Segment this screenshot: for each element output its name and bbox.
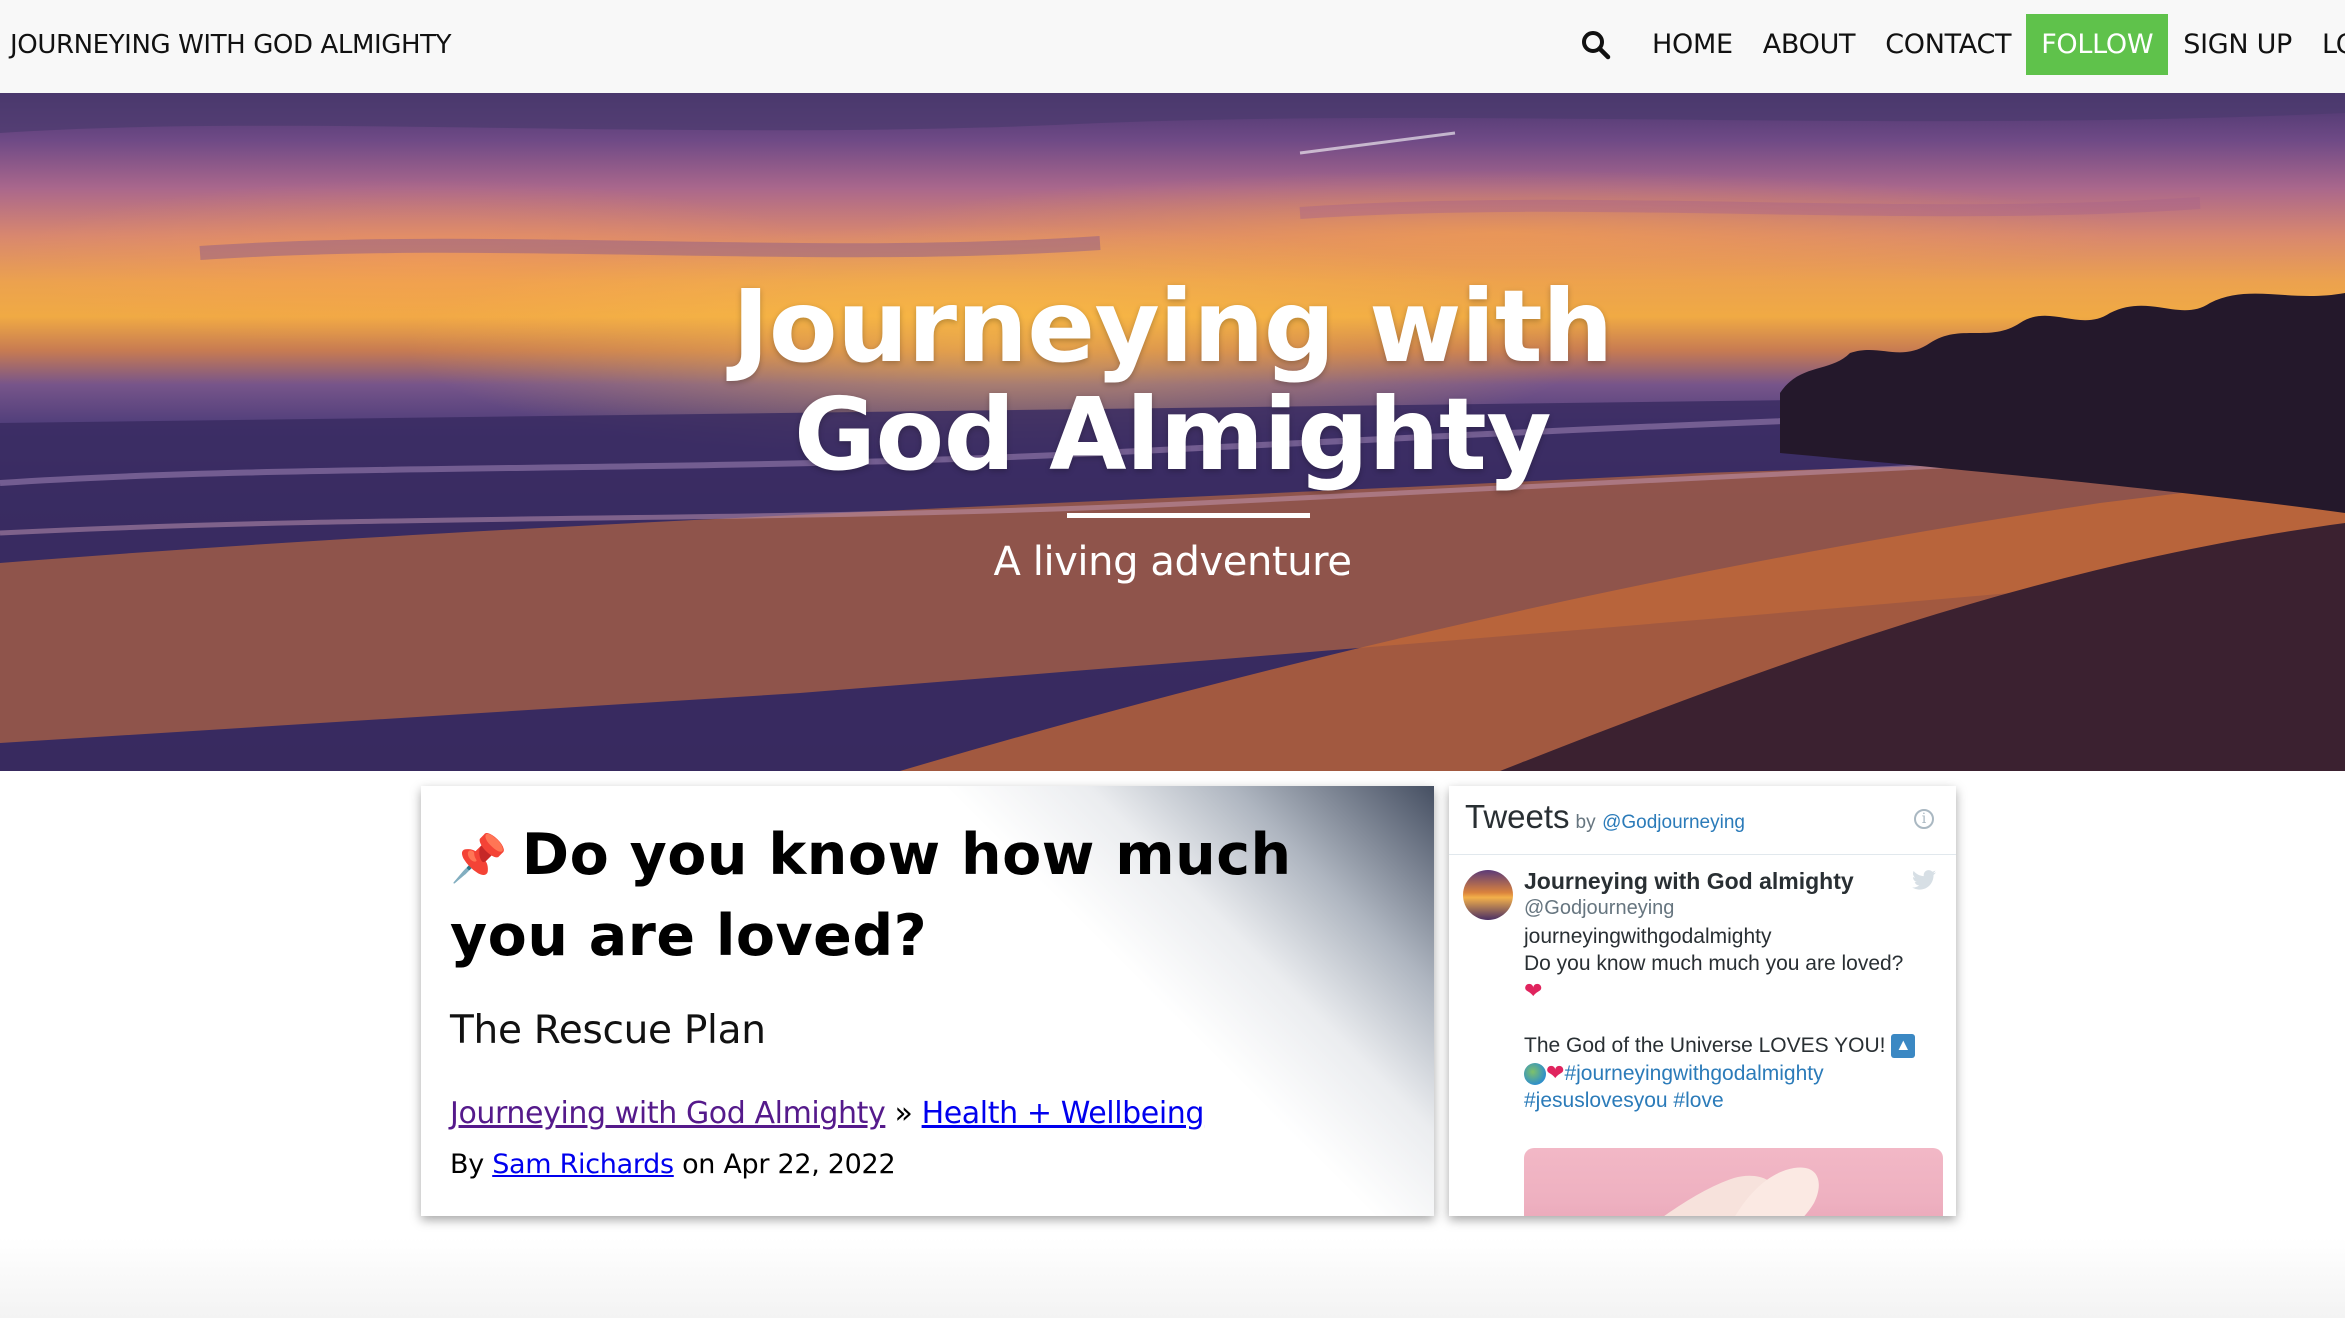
tweets-divider: [1449, 854, 1956, 855]
pin-icon: 📌: [450, 831, 508, 885]
tweets-handle-link[interactable]: @Godjourneying: [1602, 812, 1745, 833]
heart-icon-2: ❤: [1546, 1060, 1565, 1085]
hero-banner: Journeying with God Almighty A living ad…: [0, 93, 2345, 771]
featured-post-card[interactable]: 📌 Do you know how much you are loved? The…: [421, 786, 1434, 1216]
info-icon[interactable]: i: [1914, 809, 1934, 829]
heart-icon: ❤: [1524, 978, 1543, 1003]
title-divider: [1067, 513, 1310, 518]
nav-log-in[interactable]: LOG I: [2307, 14, 2345, 75]
twitter-bird-icon[interactable]: [1912, 870, 1936, 890]
hashtags-link[interactable]: #jesuslovesyou #love: [1524, 1087, 1944, 1114]
hero-title: Journeying with God Almighty: [0, 273, 2345, 489]
breadcrumb-home-link[interactable]: Journeying with God Almighty: [450, 1096, 886, 1131]
top-navigation-bar: JOURNEYING WITH GOD ALMIGHTY HOME ABOUT …: [0, 0, 2345, 93]
post-subtitle: The Rescue Plan: [450, 1008, 766, 1053]
nav-home[interactable]: HOME: [1637, 14, 1748, 75]
tweet-body: journeyingwithgodalmighty Do you know mu…: [1524, 923, 1944, 1114]
page-bottom-area: [0, 1238, 2345, 1318]
breadcrumb-separator: »: [894, 1096, 913, 1131]
tweet-line-1: journeyingwithgodalmighty: [1524, 925, 1772, 948]
twitter-timeline-widget: Tweets by @Godjourneying i Journeying wit…: [1449, 786, 1956, 1216]
tweets-header: Tweets by @Godjourneying: [1465, 798, 1745, 836]
tweet-author-name[interactable]: Journeying with God almighty: [1524, 868, 1854, 895]
breadcrumb-category-link[interactable]: Health + Wellbeing: [922, 1096, 1205, 1131]
byline-prefix: By: [450, 1149, 484, 1180]
main-nav: HOME ABOUT CONTACT FOLLOW SIGN UP LOG I: [1576, 14, 2345, 75]
tweet-author-handle[interactable]: @Godjourneying: [1524, 897, 1674, 920]
nav-sign-up[interactable]: SIGN UP: [2168, 14, 2307, 75]
up-arrow-icon: ▲: [1891, 1034, 1916, 1059]
post-title-text[interactable]: Do you know how much you are loved?: [450, 822, 1292, 969]
tweets-by: by: [1575, 812, 1596, 833]
hero-title-line-2: God Almighty: [793, 376, 1552, 493]
nav-contact[interactable]: CONTACT: [1870, 14, 2026, 75]
hero-title-line-1: Journeying with: [732, 268, 1613, 385]
post-date: on Apr 22, 2022: [682, 1149, 896, 1180]
hashtag-link[interactable]: #journeyingwithgodalmighty: [1564, 1062, 1823, 1085]
hero-tagline: A living adventure: [993, 539, 1352, 585]
search-button[interactable]: [1576, 14, 1615, 75]
site-name-link[interactable]: JOURNEYING WITH GOD ALMIGHTY: [10, 30, 452, 60]
globe-icon: [1524, 1063, 1546, 1086]
nav-follow-button[interactable]: FOLLOW: [2026, 14, 2169, 75]
nav-about[interactable]: ABOUT: [1748, 14, 1871, 75]
tweet-media-image[interactable]: [1524, 1148, 1943, 1216]
tweet-line-3: The God of the Universe LOVES YOU!: [1524, 1034, 1886, 1057]
post-title[interactable]: 📌 Do you know how much you are loved?: [450, 816, 1400, 975]
breadcrumb: Journeying with God Almighty » Health + …: [450, 1096, 1204, 1131]
post-byline: By Sam Richards on Apr 22, 2022: [450, 1149, 896, 1180]
tweets-label: Tweets: [1465, 798, 1570, 835]
author-link[interactable]: Sam Richards: [492, 1149, 674, 1180]
search-icon: [1581, 30, 1610, 59]
avatar[interactable]: [1463, 870, 1513, 920]
hands-image: [1664, 1167, 1819, 1216]
tweet-line-2: Do you know much much you are loved?: [1524, 952, 1904, 975]
